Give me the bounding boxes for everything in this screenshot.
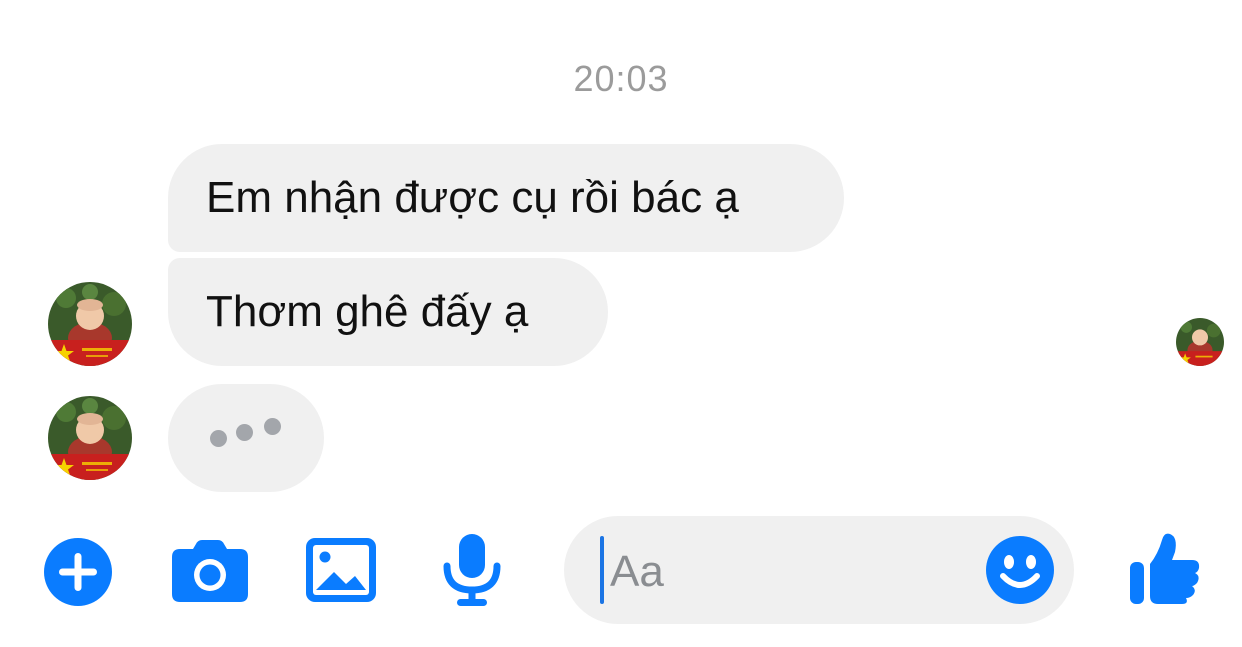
microphone-icon[interactable] xyxy=(440,534,504,606)
contact-avatar[interactable] xyxy=(48,396,132,480)
message-input-placeholder: Aa xyxy=(610,547,664,596)
seen-receipt-avatar xyxy=(1176,318,1224,366)
camera-icon[interactable] xyxy=(172,540,248,602)
message-text: Em nhận được cụ rồi bác ạ xyxy=(206,173,739,222)
gallery-icon[interactable] xyxy=(306,538,376,602)
avatar-image xyxy=(48,282,132,366)
plus-icon[interactable] xyxy=(44,538,112,606)
message-text: Thơm ghê đấy ạ xyxy=(206,287,529,336)
typing-indicator xyxy=(168,384,324,492)
thumbs-up-icon[interactable] xyxy=(1128,532,1202,606)
text-caret xyxy=(600,536,604,604)
contact-avatar[interactable] xyxy=(48,282,132,366)
avatar-image xyxy=(48,396,132,480)
message-bubble[interactable]: Em nhận được cụ rồi bác ạ xyxy=(168,144,844,252)
message-bubble[interactable]: Thơm ghê đấy ạ xyxy=(168,258,608,366)
avatar-image xyxy=(1176,318,1224,366)
typing-dot xyxy=(264,418,281,435)
typing-dot xyxy=(210,430,227,447)
message-timestamp: 20:03 xyxy=(573,58,669,99)
typing-dot xyxy=(236,424,253,441)
emoji-icon[interactable] xyxy=(986,536,1054,604)
message-input[interactable]: Aa xyxy=(564,516,1074,624)
